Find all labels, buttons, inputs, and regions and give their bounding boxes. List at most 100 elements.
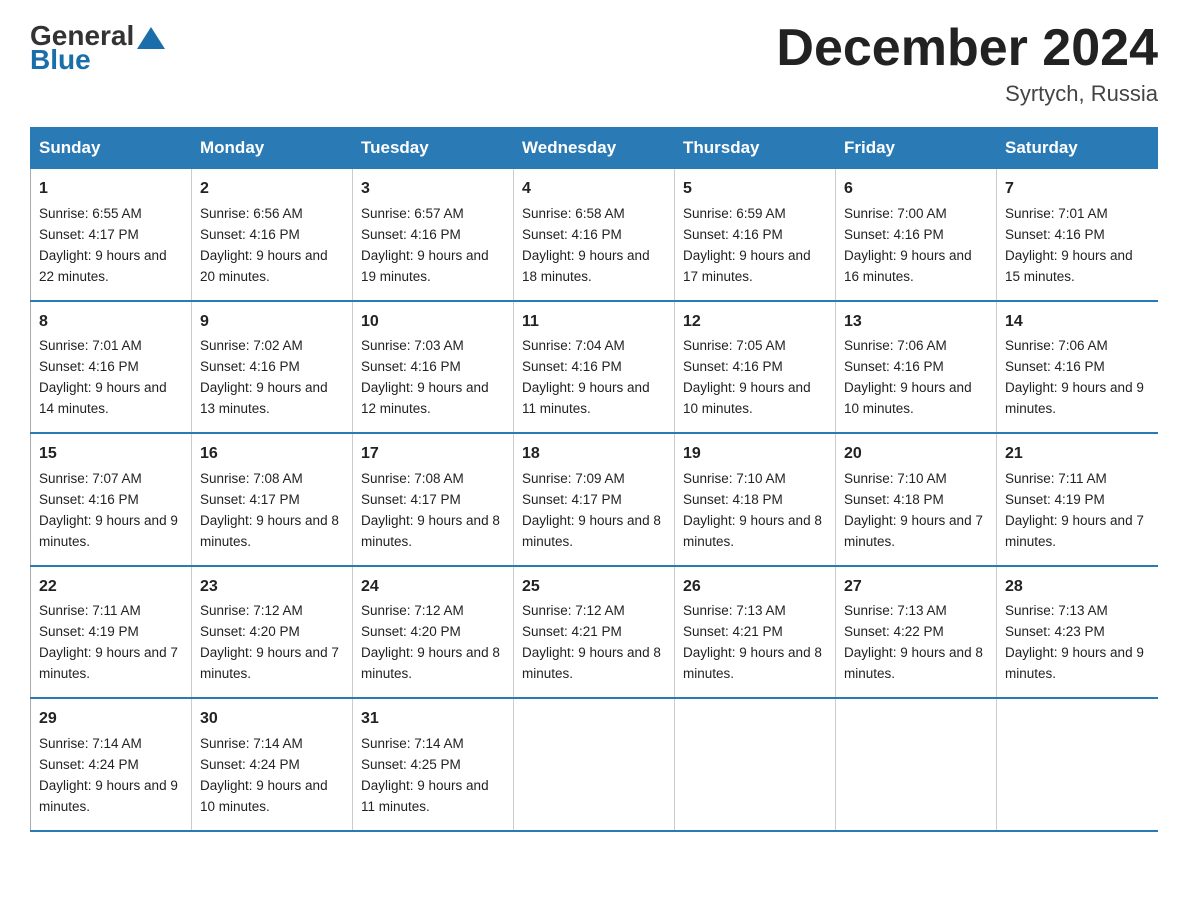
header-saturday: Saturday <box>997 128 1158 169</box>
daylight-text: Daylight: 9 hours and 15 minutes. <box>1005 248 1133 284</box>
daylight-text: Daylight: 9 hours and 10 minutes. <box>683 380 811 416</box>
calendar-cell: 11Sunrise: 7:04 AMSunset: 4:16 PMDayligh… <box>514 301 675 433</box>
daylight-text: Daylight: 9 hours and 9 minutes. <box>1005 380 1144 416</box>
sunrise-text: Sunrise: 7:07 AM <box>39 471 142 486</box>
daylight-text: Daylight: 9 hours and 7 minutes. <box>200 645 339 681</box>
calendar-cell: 10Sunrise: 7:03 AMSunset: 4:16 PMDayligh… <box>353 301 514 433</box>
header-wednesday: Wednesday <box>514 128 675 169</box>
day-number: 27 <box>844 575 988 600</box>
calendar-cell: 25Sunrise: 7:12 AMSunset: 4:21 PMDayligh… <box>514 566 675 698</box>
day-number: 3 <box>361 177 505 202</box>
sunrise-text: Sunrise: 7:12 AM <box>200 603 303 618</box>
month-title: December 2024 <box>776 20 1158 77</box>
day-number: 15 <box>39 442 183 467</box>
sunset-text: Sunset: 4:16 PM <box>1005 227 1105 242</box>
daylight-text: Daylight: 9 hours and 7 minutes. <box>844 513 983 549</box>
day-number: 11 <box>522 310 666 335</box>
daylight-text: Daylight: 9 hours and 19 minutes. <box>361 248 489 284</box>
daylight-text: Daylight: 9 hours and 11 minutes. <box>361 778 489 814</box>
calendar-cell: 12Sunrise: 7:05 AMSunset: 4:16 PMDayligh… <box>675 301 836 433</box>
daylight-text: Daylight: 9 hours and 8 minutes. <box>200 513 339 549</box>
logo: General Blue <box>30 20 165 76</box>
daylight-text: Daylight: 9 hours and 9 minutes. <box>1005 645 1144 681</box>
sunrise-text: Sunrise: 7:09 AM <box>522 471 625 486</box>
daylight-text: Daylight: 9 hours and 10 minutes. <box>844 380 972 416</box>
sunrise-text: Sunrise: 7:06 AM <box>1005 338 1108 353</box>
daylight-text: Daylight: 9 hours and 17 minutes. <box>683 248 811 284</box>
day-number: 13 <box>844 310 988 335</box>
day-number: 28 <box>1005 575 1150 600</box>
day-number: 29 <box>39 707 183 732</box>
daylight-text: Daylight: 9 hours and 9 minutes. <box>39 513 178 549</box>
sunrise-text: Sunrise: 6:57 AM <box>361 206 464 221</box>
calendar-header-row: SundayMondayTuesdayWednesdayThursdayFrid… <box>31 128 1158 169</box>
day-number: 25 <box>522 575 666 600</box>
calendar-cell: 28Sunrise: 7:13 AMSunset: 4:23 PMDayligh… <box>997 566 1158 698</box>
sunrise-text: Sunrise: 7:03 AM <box>361 338 464 353</box>
sunset-text: Sunset: 4:17 PM <box>522 492 622 507</box>
sunrise-text: Sunrise: 7:10 AM <box>683 471 786 486</box>
sunset-text: Sunset: 4:20 PM <box>361 624 461 639</box>
calendar-cell: 7Sunrise: 7:01 AMSunset: 4:16 PMDaylight… <box>997 169 1158 301</box>
daylight-text: Daylight: 9 hours and 10 minutes. <box>200 778 328 814</box>
sunrise-text: Sunrise: 6:59 AM <box>683 206 786 221</box>
logo-blue: Blue <box>30 44 91 76</box>
calendar-week-3: 15 Sunrise: 7:07 AM Sunset: 4:16 PM Dayligh… <box>31 433 1158 565</box>
daylight-text: Daylight: 9 hours and 16 minutes. <box>844 248 972 284</box>
sunset-text: Sunset: 4:24 PM <box>200 757 300 772</box>
day-number: 19 <box>683 442 827 467</box>
sunrise-text: Sunrise: 7:13 AM <box>844 603 947 618</box>
day-number: 17 <box>361 442 505 467</box>
day-number: 18 <box>522 442 666 467</box>
sunset-text: Sunset: 4:16 PM <box>683 227 783 242</box>
sunset-text: Sunset: 4:19 PM <box>39 624 139 639</box>
sunrise-text: Sunrise: 7:04 AM <box>522 338 625 353</box>
daylight-text: Daylight: 9 hours and 8 minutes. <box>361 513 500 549</box>
calendar-cell: 26Sunrise: 7:13 AMSunset: 4:21 PMDayligh… <box>675 566 836 698</box>
calendar-cell: 21Sunrise: 7:11 AMSunset: 4:19 PMDayligh… <box>997 433 1158 565</box>
calendar-cell: 8Sunrise: 7:01 AMSunset: 4:16 PMDaylight… <box>31 301 192 433</box>
sunrise-text: Sunrise: 7:11 AM <box>39 603 141 618</box>
daylight-text: Daylight: 9 hours and 8 minutes. <box>683 513 822 549</box>
sunset-text: Sunset: 4:16 PM <box>522 227 622 242</box>
sunrise-text: Sunrise: 7:14 AM <box>200 736 303 751</box>
sunrise-text: Sunrise: 7:12 AM <box>361 603 464 618</box>
day-number: 1 <box>39 177 183 202</box>
day-number: 4 <box>522 177 666 202</box>
calendar-cell: 3Sunrise: 6:57 AMSunset: 4:16 PMDaylight… <box>353 169 514 301</box>
sunset-text: Sunset: 4:22 PM <box>844 624 944 639</box>
calendar-cell: 30Sunrise: 7:14 AMSunset: 4:24 PMDayligh… <box>192 698 353 830</box>
daylight-text: Daylight: 9 hours and 9 minutes. <box>39 778 178 814</box>
day-number: 5 <box>683 177 827 202</box>
day-number: 31 <box>361 707 505 732</box>
sunset-text: Sunset: 4:16 PM <box>844 227 944 242</box>
daylight-text: Daylight: 9 hours and 18 minutes. <box>522 248 650 284</box>
sunset-text: Sunset: 4:17 PM <box>200 492 300 507</box>
header-tuesday: Tuesday <box>353 128 514 169</box>
sunset-text: Sunset: 4:21 PM <box>683 624 783 639</box>
sunset-text: Sunset: 4:16 PM <box>1005 359 1105 374</box>
page-header: General Blue December 2024 Syrtych, Russ… <box>30 20 1158 107</box>
calendar-cell: 22Sunrise: 7:11 AMSunset: 4:19 PMDayligh… <box>31 566 192 698</box>
location: Syrtych, Russia <box>776 81 1158 107</box>
sunrise-text: Sunrise: 7:01 AM <box>39 338 142 353</box>
sunset-text: Sunset: 4:17 PM <box>39 227 139 242</box>
calendar-cell: 5 Sunrise: 6:59 AM Sunset: 4:16 PM Daylight… <box>675 169 836 301</box>
title-block: December 2024 Syrtych, Russia <box>776 20 1158 107</box>
sunrise-text: Sunrise: 7:13 AM <box>683 603 786 618</box>
calendar-cell <box>675 698 836 830</box>
sunset-text: Sunset: 4:19 PM <box>1005 492 1105 507</box>
calendar-cell: 20Sunrise: 7:10 AMSunset: 4:18 PMDayligh… <box>836 433 997 565</box>
sunrise-text: Sunrise: 7:02 AM <box>200 338 303 353</box>
day-number: 24 <box>361 575 505 600</box>
daylight-text: Daylight: 9 hours and 8 minutes. <box>844 645 983 681</box>
sunset-text: Sunset: 4:20 PM <box>200 624 300 639</box>
sunset-text: Sunset: 4:16 PM <box>39 492 139 507</box>
sunrise-text: Sunrise: 6:55 AM <box>39 206 142 221</box>
calendar-cell: 15 Sunrise: 7:07 AM Sunset: 4:16 PM Dayligh… <box>31 433 192 565</box>
daylight-text: Daylight: 9 hours and 8 minutes. <box>522 645 661 681</box>
calendar-cell: 24Sunrise: 7:12 AMSunset: 4:20 PMDayligh… <box>353 566 514 698</box>
sunrise-text: Sunrise: 7:00 AM <box>844 206 947 221</box>
day-number: 20 <box>844 442 988 467</box>
sunset-text: Sunset: 4:25 PM <box>361 757 461 772</box>
